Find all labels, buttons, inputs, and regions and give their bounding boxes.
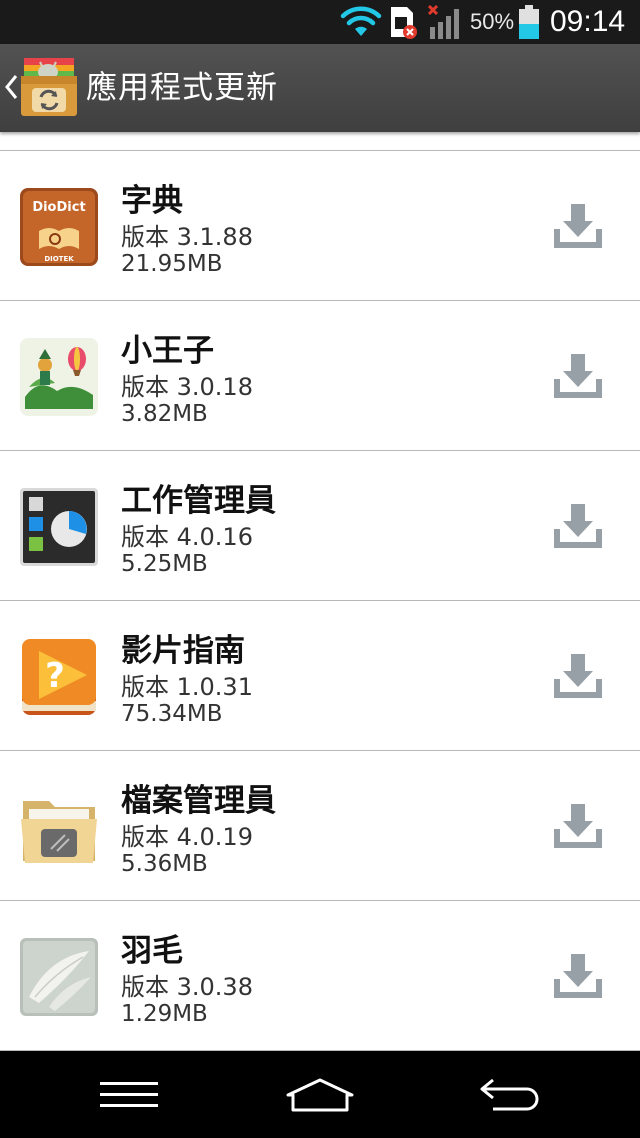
app-size: 21.95MB bbox=[121, 251, 223, 277]
diodict-icon: DioDict DIOTEK bbox=[20, 188, 98, 266]
update-list-item[interactable]: 小王子 版本 3.0.18 3.82MB bbox=[0, 301, 640, 451]
update-list-item[interactable]: 工作管理員 版本 4.0.16 5.25MB bbox=[0, 451, 640, 601]
app-name: 字典 bbox=[121, 183, 183, 219]
home-icon[interactable] bbox=[260, 1051, 380, 1138]
back-chevron-icon[interactable] bbox=[4, 72, 18, 102]
file-manager-icon bbox=[21, 801, 97, 863]
diodict-icon-text: DioDict bbox=[32, 200, 85, 215]
download-icon[interactable] bbox=[553, 501, 603, 551]
page-title: 應用程式更新 bbox=[86, 70, 278, 106]
app-name: 羽毛 bbox=[121, 933, 183, 969]
download-icon[interactable] bbox=[553, 651, 603, 701]
back-icon[interactable] bbox=[451, 1051, 571, 1138]
app-version: 版本 3.1.88 bbox=[121, 223, 253, 251]
update-list-item[interactable]: DioDict DIOTEK 字典 版本 3.1.88 21.95MB bbox=[0, 151, 640, 301]
signal-no-service-icon bbox=[426, 0, 466, 44]
download-icon[interactable] bbox=[553, 351, 603, 401]
app-version: 版本 4.0.16 bbox=[121, 523, 253, 551]
battery-icon bbox=[518, 0, 542, 44]
update-list-item[interactable]: ? 影片指南 版本 1.0.31 75.34MB bbox=[0, 601, 640, 751]
battery-percent: 50% bbox=[470, 9, 515, 34]
sim-error-icon bbox=[388, 0, 420, 44]
app-version: 版本 4.0.19 bbox=[121, 823, 253, 851]
app-name: 小王子 bbox=[121, 333, 214, 369]
app-size: 75.34MB bbox=[121, 701, 223, 727]
diodict-icon-subtext: DIOTEK bbox=[44, 255, 74, 263]
app-updater-logo-icon[interactable] bbox=[18, 56, 80, 118]
download-icon[interactable] bbox=[553, 951, 603, 1001]
update-list-item[interactable]: 檔案管理員 版本 4.0.19 5.36MB bbox=[0, 751, 640, 901]
little-prince-icon bbox=[20, 338, 98, 416]
navigation-bar bbox=[0, 1051, 640, 1138]
svg-text:?: ? bbox=[45, 656, 65, 696]
app-version: 版本 1.0.31 bbox=[121, 673, 253, 701]
app-size: 5.25MB bbox=[121, 551, 208, 577]
download-icon[interactable] bbox=[553, 201, 603, 251]
app-name: 檔案管理員 bbox=[121, 783, 276, 819]
app-version: 版本 3.0.18 bbox=[121, 373, 253, 401]
update-list-item[interactable]: 羽毛 版本 3.0.38 1.29MB bbox=[0, 901, 640, 1051]
app-size: 5.36MB bbox=[121, 851, 208, 877]
action-bar: 應用程式更新 bbox=[0, 44, 640, 132]
wifi-icon bbox=[340, 0, 382, 44]
download-icon[interactable] bbox=[553, 801, 603, 851]
menu-icon[interactable] bbox=[69, 1051, 189, 1138]
app-name: 工作管理員 bbox=[121, 483, 276, 519]
video-guide-icon: ? bbox=[22, 639, 96, 715]
app-size: 3.82MB bbox=[121, 401, 208, 427]
app-version: 版本 3.0.38 bbox=[121, 973, 253, 1001]
app-name: 影片指南 bbox=[121, 633, 245, 669]
feather-icon bbox=[20, 938, 98, 1016]
task-manager-icon bbox=[20, 488, 98, 566]
app-size: 1.29MB bbox=[121, 1001, 208, 1027]
status-bar: 50% 09:14 bbox=[0, 0, 640, 44]
clock: 09:14 bbox=[550, 5, 626, 38]
